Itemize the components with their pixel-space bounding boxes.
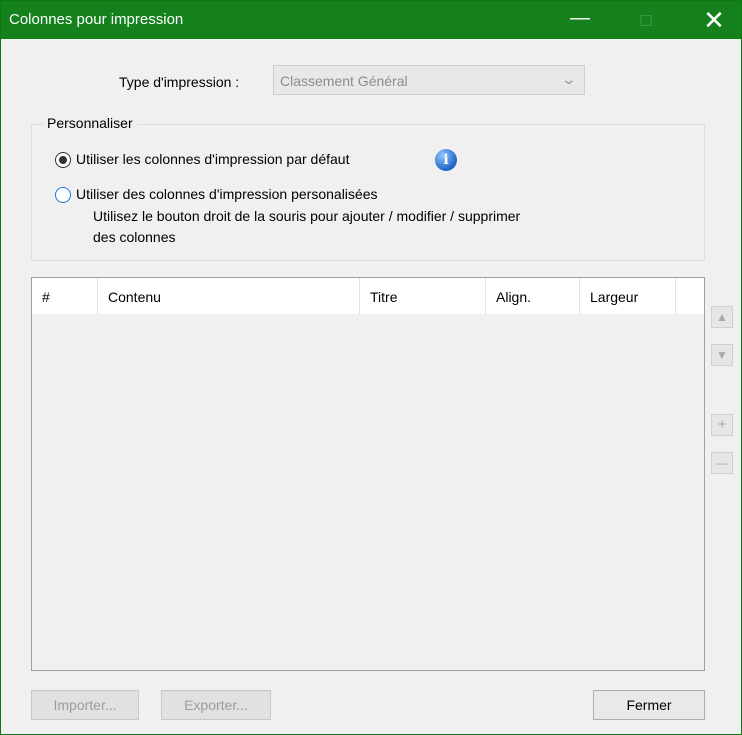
column-header-content[interactable]: Contenu: [98, 278, 360, 314]
info-icon[interactable]: i: [435, 149, 457, 171]
maximize-button: □: [640, 10, 652, 30]
hint-text-line2: des colonnes: [93, 229, 176, 245]
add-column-button[interactable]: +: [711, 414, 733, 436]
table-header: # Contenu Titre Align. Largeur: [32, 278, 704, 314]
move-down-button[interactable]: ▼: [711, 344, 733, 366]
chevron-down-icon: ⌄: [560, 71, 578, 87]
dialog-window: Colonnes pour impression — □ ✕ Type d'im…: [0, 0, 742, 735]
print-type-label: Type d'impression :: [119, 74, 240, 90]
title-bar[interactable]: Colonnes pour impression — □ ✕: [1, 1, 741, 39]
radio-default-columns[interactable]: [55, 152, 71, 168]
hint-text-line1: Utilisez le bouton droit de la souris po…: [93, 208, 521, 224]
import-button[interactable]: Importer...: [31, 690, 139, 720]
column-header-align[interactable]: Align.: [486, 278, 580, 314]
export-button[interactable]: Exporter...: [161, 690, 271, 720]
move-up-button[interactable]: ▲: [711, 306, 733, 328]
close-window-button[interactable]: ✕: [691, 1, 737, 39]
print-type-select: Classement Général ⌄: [273, 65, 585, 95]
column-header-title[interactable]: Titre: [360, 278, 486, 314]
option-custom-label[interactable]: Utiliser des colonnes d'impression perso…: [76, 186, 378, 202]
window-title: Colonnes pour impression: [9, 11, 184, 28]
radio-custom-columns[interactable]: [55, 187, 71, 203]
column-header-width[interactable]: Largeur: [580, 278, 676, 314]
remove-column-button[interactable]: —: [711, 452, 733, 474]
close-button[interactable]: Fermer: [593, 690, 705, 720]
option-default-label[interactable]: Utiliser les colonnes d'impression par d…: [76, 151, 349, 167]
minimize-button[interactable]: —: [557, 1, 603, 39]
column-header-number[interactable]: #: [32, 278, 98, 314]
columns-table[interactable]: # Contenu Titre Align. Largeur: [31, 277, 705, 671]
print-type-value: Classement Général: [280, 73, 408, 89]
customize-legend: Personnaliser: [43, 115, 137, 131]
